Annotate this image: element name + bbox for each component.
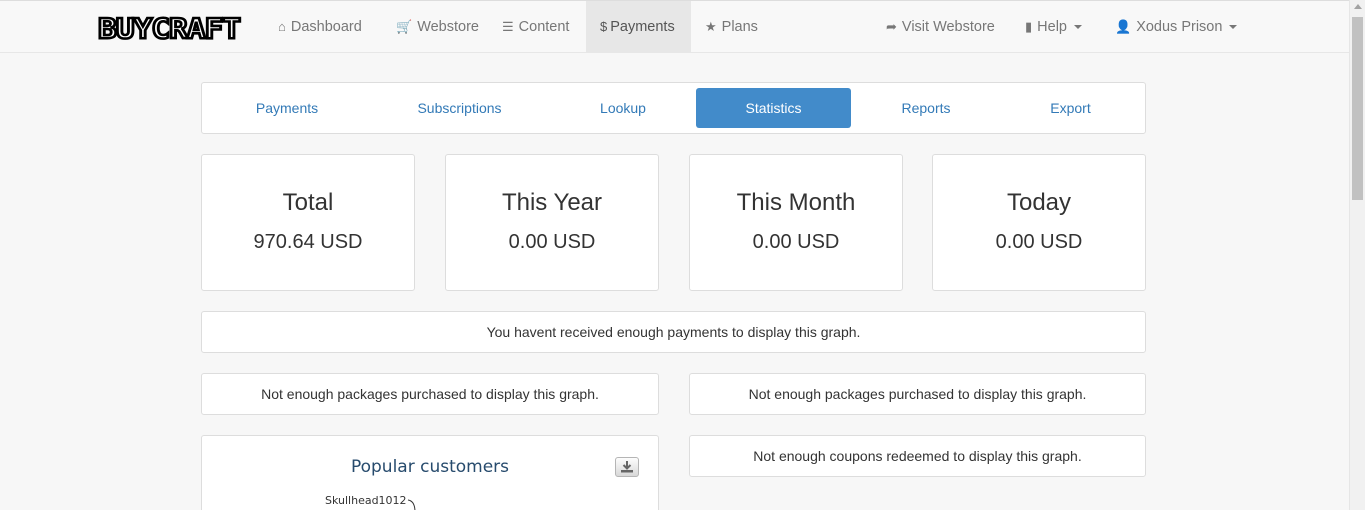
chart-title: Popular customers bbox=[350, 457, 510, 477]
stat-card-this-month: This Month 0.00 USD bbox=[689, 154, 903, 291]
pie-label-connector bbox=[407, 499, 416, 510]
nav-visit-label: Visit Webstore bbox=[901, 19, 995, 35]
stat-title: Today bbox=[1006, 189, 1072, 216]
nav-user-dropdown[interactable]: 👤 Xodus Prison bbox=[1105, 1, 1247, 53]
stat-card-total: Total 970.64 USD bbox=[201, 154, 415, 291]
svg-text:BUYCRAFT: BUYCRAFT bbox=[98, 12, 240, 45]
dollar-icon: $ bbox=[600, 19, 608, 34]
nav-content-label: Content bbox=[518, 19, 570, 35]
tab-statistics[interactable]: Statistics bbox=[696, 88, 851, 128]
nav-payments-label: Payments bbox=[610, 19, 675, 35]
tab-subscriptions[interactable]: Subscriptions bbox=[382, 88, 537, 128]
stat-value: 970.64 USD bbox=[253, 231, 363, 253]
nav-dashboard-label: Dashboard bbox=[290, 19, 362, 35]
stat-value: 0.00 USD bbox=[995, 231, 1083, 253]
stat-value: 0.00 USD bbox=[752, 231, 840, 253]
buycraft-logo[interactable]: BUYCRAFT bbox=[96, 11, 242, 45]
tab-lookup[interactable]: Lookup bbox=[552, 88, 694, 128]
nav-dashboard[interactable]: ⌂ Dashboard bbox=[268, 1, 372, 53]
nav-help-label: Help bbox=[1037, 19, 1067, 35]
stat-title: Total bbox=[282, 189, 334, 216]
user-icon: 👤 bbox=[1115, 19, 1132, 34]
coupons-graph-notice: Not enough coupons redeemed to display t… bbox=[689, 435, 1146, 477]
caret-down-icon bbox=[1073, 25, 1082, 30]
tab-export[interactable]: Export bbox=[1002, 88, 1139, 128]
download-icon bbox=[621, 461, 633, 473]
star-icon: ★ bbox=[705, 19, 717, 34]
top-navbar: BUYCRAFT ⌂ Dashboard 🛒 Webstore ☰ Content $… bbox=[0, 0, 1349, 53]
nav-webstore-label: Webstore bbox=[417, 19, 479, 35]
payments-subnav: Payments Subscriptions Lookup Statistics… bbox=[201, 82, 1146, 134]
tab-reports[interactable]: Reports bbox=[852, 88, 1000, 128]
payments-graph-notice: You havent received enough payments to d… bbox=[201, 311, 1146, 353]
popular-customers-chart: Popular customers Skullhead1012 bbox=[201, 435, 659, 510]
stat-value: 0.00 USD bbox=[508, 231, 596, 253]
tab-payments[interactable]: Payments bbox=[212, 88, 362, 128]
nav-payments[interactable]: $ Payments bbox=[586, 1, 691, 53]
stat-card-today: Today 0.00 USD bbox=[932, 154, 1146, 291]
list-icon: ☰ bbox=[502, 19, 514, 34]
pie-slice-label: Skullhead1012 bbox=[325, 494, 407, 507]
caret-down-icon bbox=[1229, 25, 1238, 30]
nav-visit-webstore[interactable]: ➦ Visit Webstore bbox=[876, 1, 1005, 53]
packages-graph-notice: Not enough packages purchased to display… bbox=[201, 373, 659, 415]
stat-title: This Month bbox=[736, 189, 856, 216]
nav-user-label: Xodus Prison bbox=[1136, 19, 1223, 35]
home-icon: ⌂ bbox=[278, 19, 286, 34]
packages-graph-notice: Not enough packages purchased to display… bbox=[689, 373, 1146, 415]
book-icon: ▮ bbox=[1025, 19, 1033, 34]
nav-content[interactable]: ☰ Content bbox=[492, 1, 579, 53]
stat-card-this-year: This Year 0.00 USD bbox=[445, 154, 659, 291]
nav-plans[interactable]: ★ Plans bbox=[695, 1, 768, 53]
cart-icon: 🛒 bbox=[396, 19, 413, 34]
scroll-up-arrow-icon[interactable] bbox=[1354, 4, 1362, 9]
nav-help-dropdown[interactable]: ▮ Help bbox=[1015, 1, 1092, 53]
chart-export-button[interactable] bbox=[615, 457, 639, 477]
scroll-thumb[interactable] bbox=[1352, 17, 1363, 200]
nav-plans-label: Plans bbox=[721, 19, 758, 35]
page-scrollbar[interactable] bbox=[1349, 0, 1365, 510]
share-icon: ➦ bbox=[886, 19, 897, 34]
nav-webstore[interactable]: 🛒 Webstore bbox=[386, 1, 489, 53]
stat-title: This Year bbox=[501, 189, 603, 216]
